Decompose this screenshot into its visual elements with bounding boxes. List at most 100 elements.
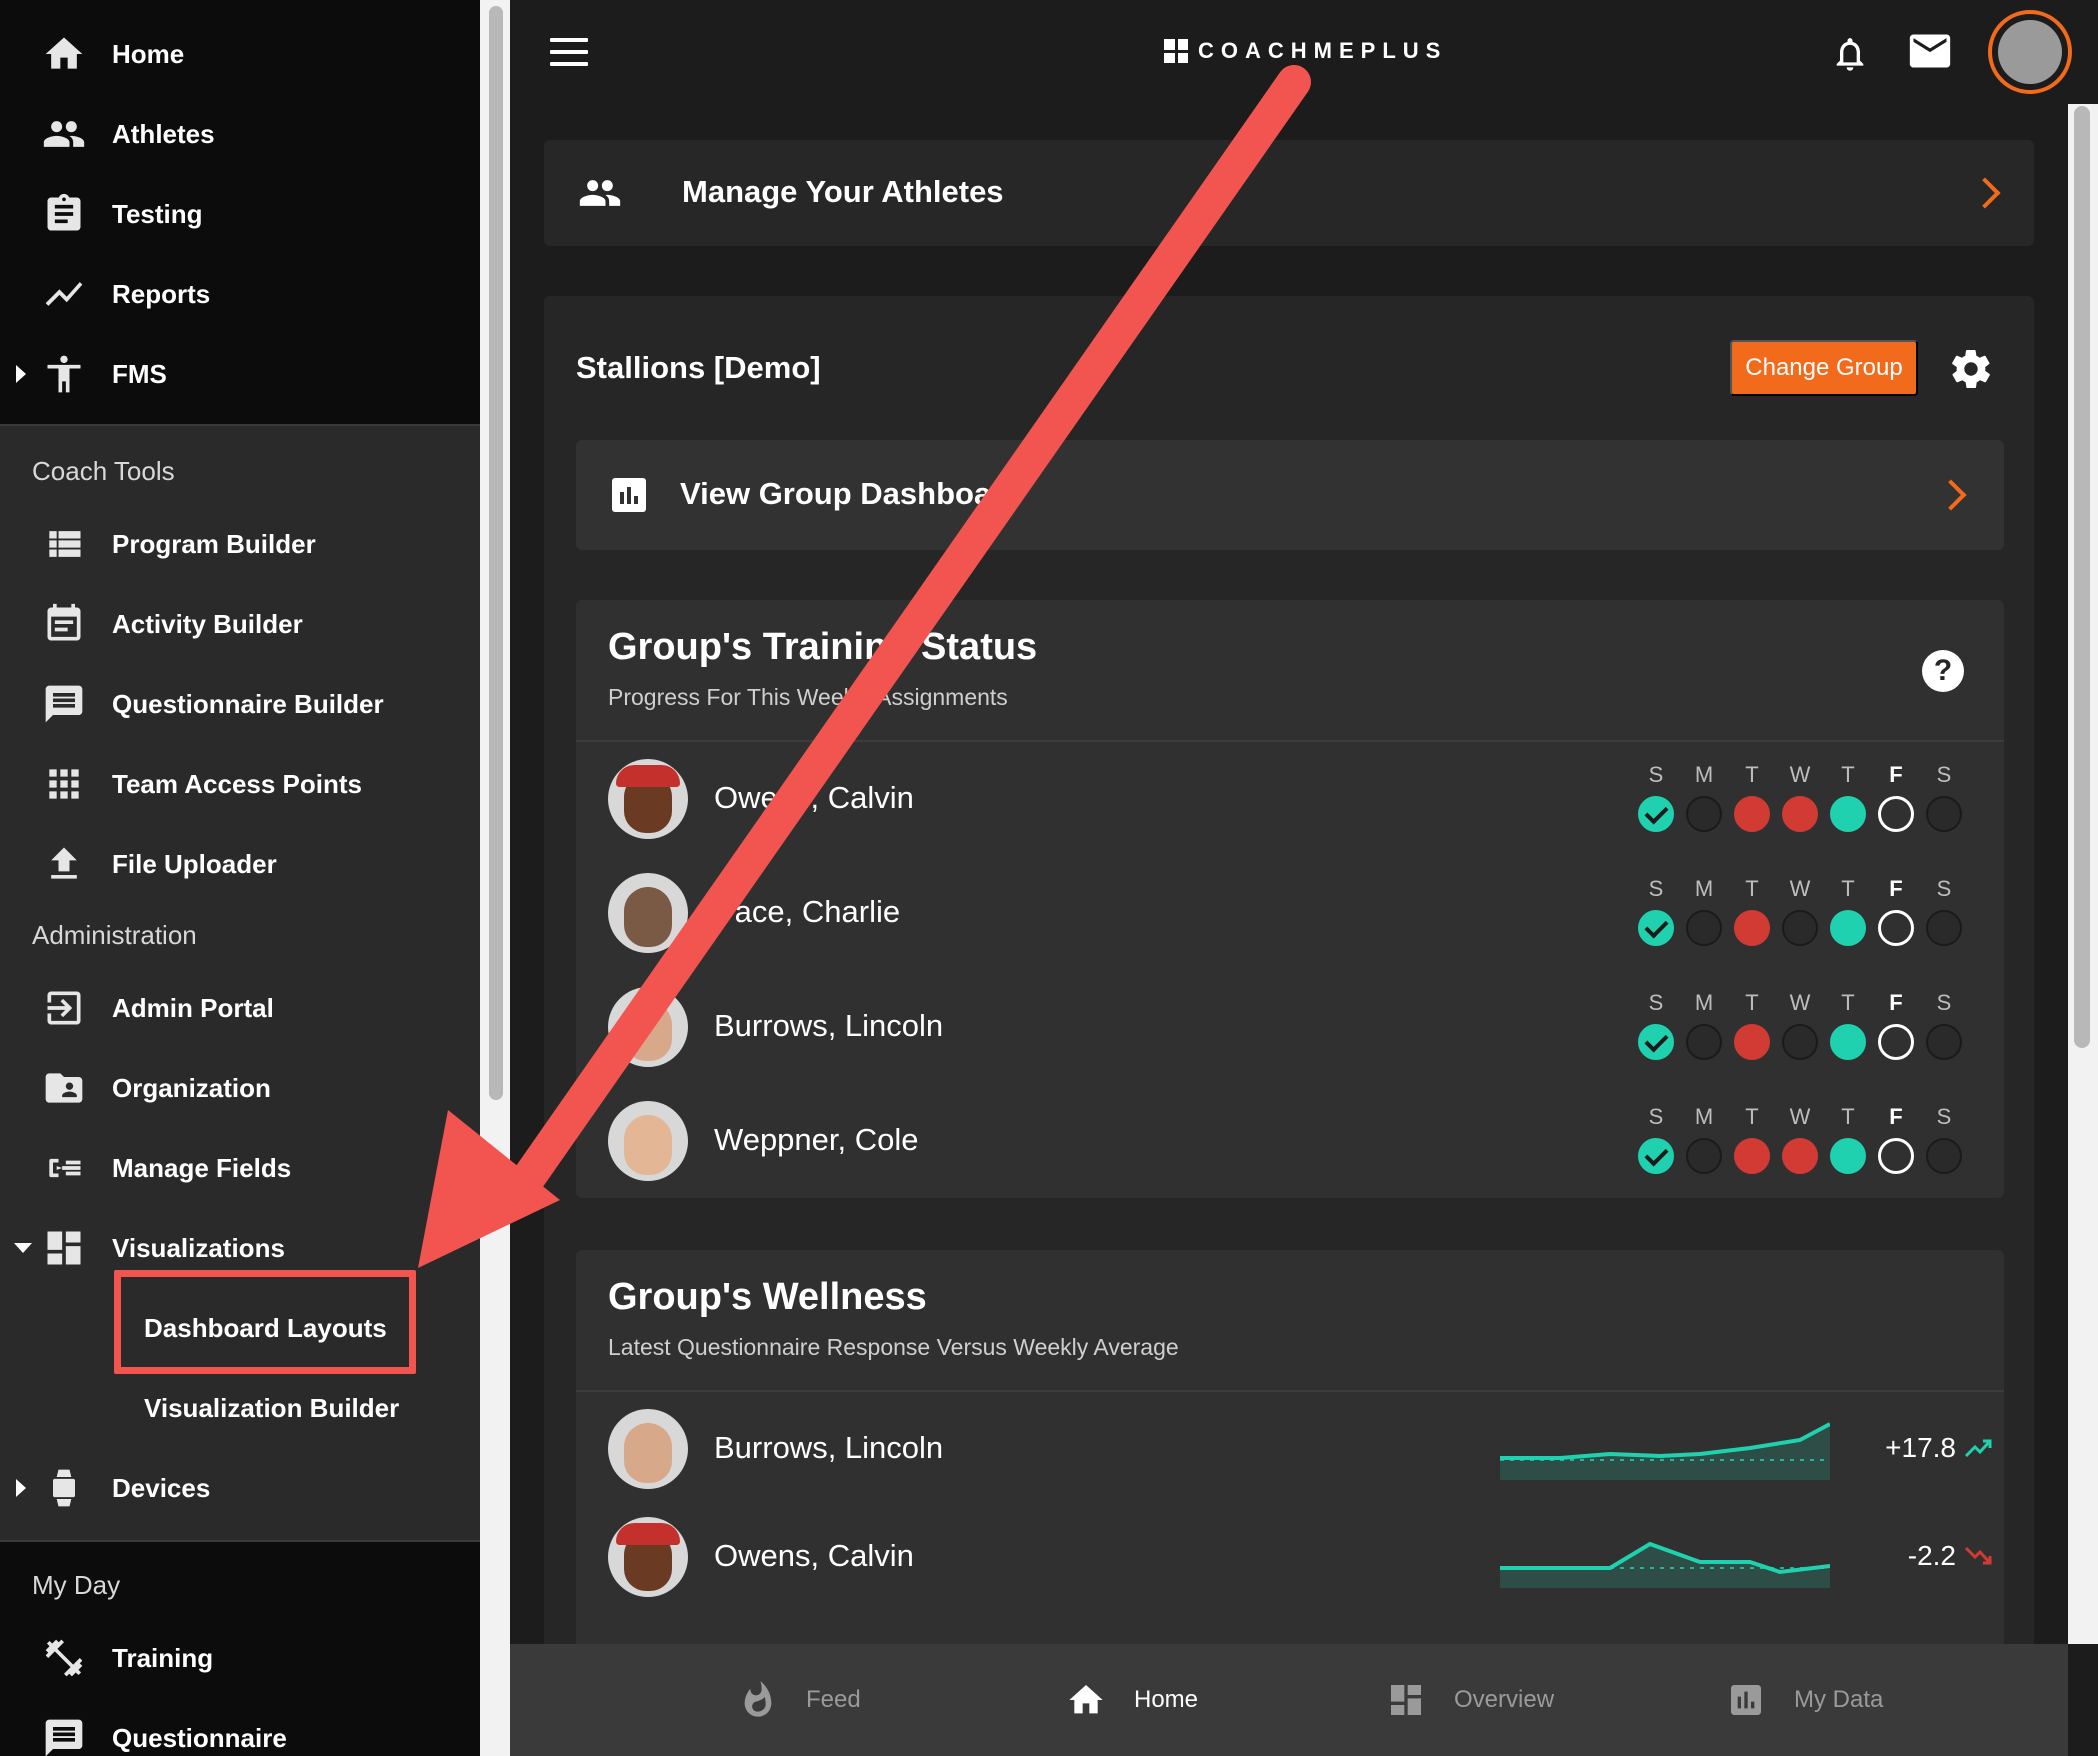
day-letter: S [1648, 990, 1664, 1015]
athlete-avatar[interactable] [608, 759, 688, 839]
day-status-none[interactable] [1926, 796, 1962, 832]
day-cell: F [1878, 1104, 1914, 1174]
sidebar-item-admin-portal[interactable]: Admin Portal [0, 968, 480, 1048]
athlete-name[interactable]: Burrows, Lincoln [714, 1430, 943, 1466]
clipboard-icon [42, 192, 86, 236]
sidebar-item-visualization-builder[interactable]: Visualization Builder [0, 1368, 480, 1448]
nav-feed[interactable]: Feed [738, 1644, 861, 1756]
athlete-avatar[interactable] [608, 987, 688, 1067]
day-status-none[interactable] [1782, 910, 1818, 946]
day-status-missed[interactable] [1782, 796, 1818, 832]
sidebar-item-questionnaire[interactable]: Questionnaire [0, 1698, 480, 1756]
main-scrollbar-thumb[interactable] [2074, 106, 2090, 1048]
sidebar-item-manage-fields[interactable]: Manage Fields [0, 1128, 480, 1208]
sidebar-item-questionnaire-builder[interactable]: Questionnaire Builder [0, 664, 480, 744]
nav-home[interactable]: Home [1066, 1644, 1198, 1756]
day-status-today[interactable] [1878, 910, 1914, 946]
day-cell: T [1734, 990, 1770, 1060]
athlete-avatar[interactable] [608, 1517, 688, 1597]
caret-right-icon[interactable] [16, 365, 26, 383]
day-status-done[interactable] [1830, 1024, 1866, 1060]
day-status-missed[interactable] [1734, 1138, 1770, 1174]
day-letter: M [1694, 876, 1714, 901]
nav-my-data[interactable]: My Data [1726, 1644, 1883, 1756]
athlete-name[interactable]: Weppner, Cole [714, 1122, 919, 1158]
sidebar-item-program-builder[interactable]: Program Builder [0, 504, 480, 584]
day-status-none[interactable] [1782, 1024, 1818, 1060]
athlete-name[interactable]: Owens, Calvin [714, 1538, 914, 1574]
day-status-missed[interactable] [1734, 910, 1770, 946]
athlete-name[interactable]: Pace, Charlie [714, 894, 900, 930]
sidebar-item-fms[interactable]: FMS [0, 334, 480, 414]
athlete-avatar[interactable] [608, 1101, 688, 1181]
sidebar-item-file-uploader[interactable]: File Uploader [0, 824, 480, 904]
athlete-name[interactable]: Burrows, Lincoln [714, 1008, 943, 1044]
athlete-name[interactable]: Owens, Calvin [714, 780, 914, 816]
sidebar-item-organization[interactable]: Organization [0, 1048, 480, 1128]
day-letter: M [1694, 990, 1714, 1015]
day-letter: S [1936, 990, 1952, 1015]
table-row[interactable]: Burrows, Lincoln S M T W T F S [576, 970, 2004, 1084]
sidebar-item-activity-builder[interactable]: Activity Builder [0, 584, 480, 664]
day-status-today[interactable] [1878, 796, 1914, 832]
caret-right-icon[interactable] [16, 1479, 26, 1497]
day-status-check[interactable] [1638, 1024, 1674, 1060]
day-status-none[interactable] [1926, 1138, 1962, 1174]
view-group-dashboard-card[interactable]: View Group Dashboard [576, 440, 2004, 550]
bell-icon[interactable] [1830, 32, 1870, 76]
mail-icon[interactable] [1908, 34, 1952, 68]
calendar-icon [42, 602, 86, 646]
day-status-check[interactable] [1638, 796, 1674, 832]
day-status-check[interactable] [1638, 910, 1674, 946]
day-status-today[interactable] [1878, 1024, 1914, 1060]
day-status-done[interactable] [1830, 796, 1866, 832]
help-icon[interactable]: ? [1922, 650, 1964, 692]
sidebar-item-devices[interactable]: Devices [0, 1448, 480, 1528]
day-status-none[interactable] [1686, 1138, 1722, 1174]
change-group-button[interactable]: Change Group [1730, 340, 1918, 396]
dashboard-icon [1391, 1685, 1421, 1715]
user-avatar[interactable] [1988, 10, 2072, 94]
view-group-dashboard-title: View Group Dashboard [680, 476, 1023, 511]
list-icon [42, 522, 86, 566]
day-cell: S [1926, 990, 1962, 1060]
gear-icon[interactable] [1948, 346, 1994, 392]
manage-athletes-card[interactable]: Manage Your Athletes [544, 140, 2034, 246]
day-status-none[interactable] [1926, 910, 1962, 946]
flame-icon [744, 1681, 772, 1717]
sidebar-item-testing[interactable]: Testing [0, 174, 480, 254]
athlete-avatar[interactable] [608, 1409, 688, 1489]
nav-overview[interactable]: Overview [1386, 1644, 1554, 1756]
day-status-today[interactable] [1878, 1138, 1914, 1174]
day-status-missed[interactable] [1734, 796, 1770, 832]
table-row[interactable]: Burrows, Lincoln +17.8 [576, 1392, 2004, 1506]
day-letter: S [1648, 876, 1664, 901]
day-status-none[interactable] [1686, 910, 1722, 946]
grid-icon [42, 762, 86, 806]
day-status-done[interactable] [1830, 1138, 1866, 1174]
sidebar-item-team-access-points[interactable]: Team Access Points [0, 744, 480, 824]
day-status-none[interactable] [1926, 1024, 1962, 1060]
table-row[interactable]: Weppner, Cole S M T W T F S [576, 1084, 2004, 1198]
table-row[interactable]: Owens, Calvin S M T W T F S [576, 742, 2004, 856]
sidebar-item-home[interactable]: Home [0, 14, 480, 94]
day-status-none[interactable] [1686, 1024, 1722, 1060]
day-cell: T [1734, 762, 1770, 832]
table-row[interactable]: Pace, Charlie S M T W T F S [576, 856, 2004, 970]
sidebar-item-training[interactable]: Training [0, 1618, 480, 1698]
athlete-avatar[interactable] [608, 873, 688, 953]
caret-down-icon[interactable] [14, 1243, 32, 1253]
table-row[interactable]: Owens, Calvin -2.2 [576, 1500, 2004, 1614]
sidebar-scrollbar-thumb[interactable] [489, 6, 503, 1100]
day-status-missed[interactable] [1734, 1024, 1770, 1060]
day-letter: W [1789, 1104, 1811, 1129]
day-status-none[interactable] [1686, 796, 1722, 832]
day-status-check[interactable] [1638, 1138, 1674, 1174]
menu-icon[interactable] [550, 38, 588, 66]
day-status-done[interactable] [1830, 910, 1866, 946]
sidebar-item-reports[interactable]: Reports [0, 254, 480, 334]
training-status-card: Group's Training Status Progress For Thi… [576, 600, 2004, 1198]
day-status-missed[interactable] [1782, 1138, 1818, 1174]
app-logo[interactable]: COACHMEPLUS [1164, 38, 1447, 64]
sidebar-item-athletes[interactable]: Athletes [0, 94, 480, 174]
